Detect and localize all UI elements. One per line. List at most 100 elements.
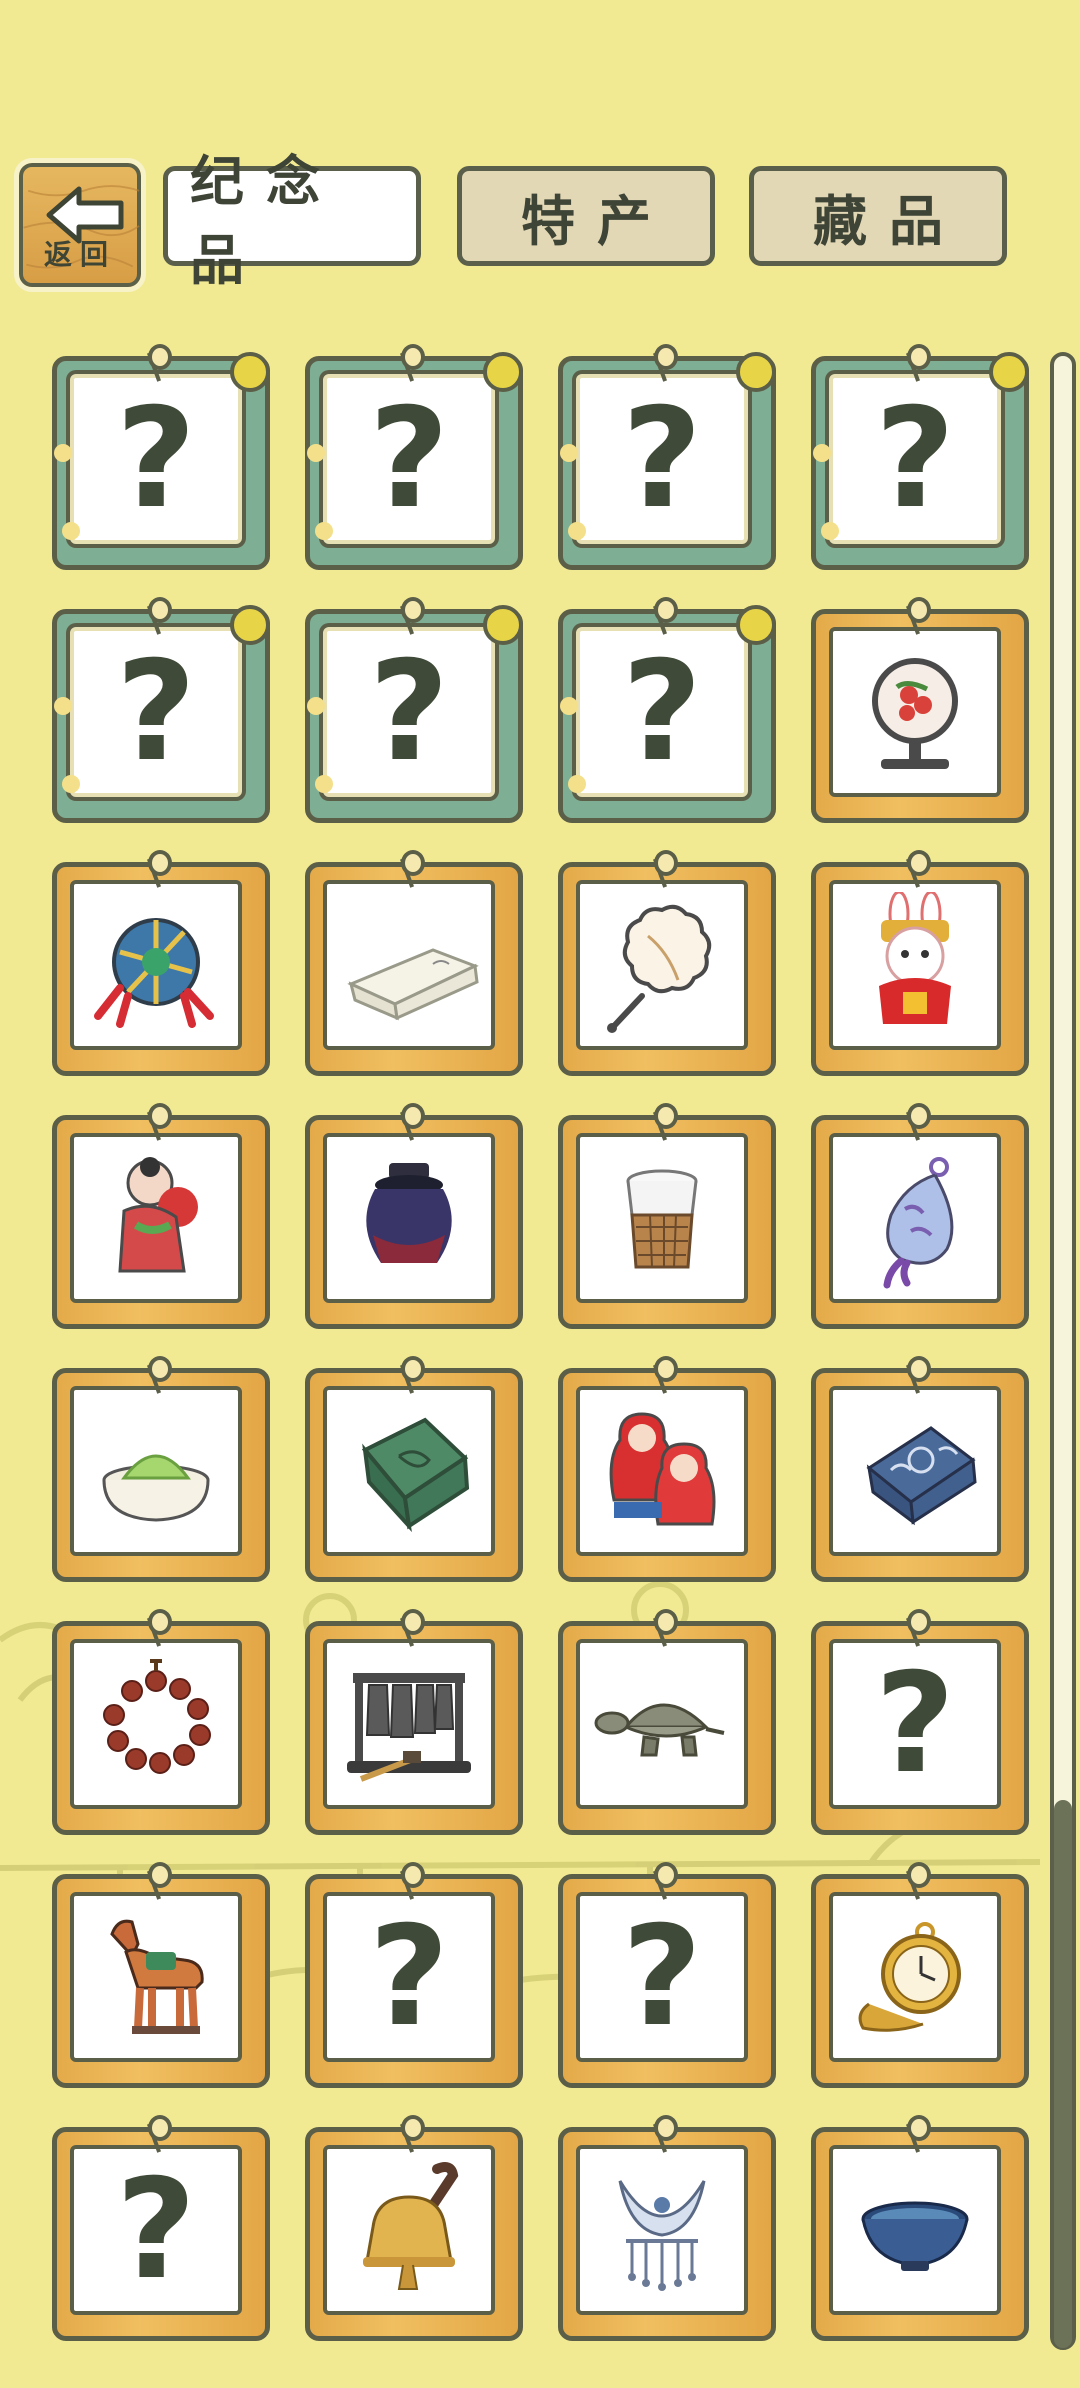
pocket-watch-icon [858, 1922, 961, 2032]
wine-jar-icon [366, 1163, 452, 1263]
hook-icon [907, 1103, 931, 1129]
tab-collections[interactable]: 藏品 [749, 166, 1007, 266]
unknown-item-card[interactable]: ? [811, 1609, 1029, 1835]
hook-icon [401, 1356, 425, 1382]
round-fan-icon [607, 904, 712, 1033]
souvenir-card[interactable] [52, 1609, 270, 1835]
matcha-bowl-icon [102, 1454, 210, 1522]
locked-item-card[interactable]: ? [52, 344, 270, 570]
hook-icon [148, 344, 172, 370]
hook-icon [654, 850, 678, 876]
hook-icon [907, 344, 931, 370]
souvenir-card[interactable] [811, 850, 1029, 1076]
souvenir-card[interactable] [305, 850, 523, 1076]
prayer-beads-icon [103, 1659, 211, 1774]
hook-icon [907, 1609, 931, 1635]
souvenir-card[interactable] [305, 1103, 523, 1329]
hook-icon [401, 1862, 425, 1888]
souvenir-card[interactable] [558, 2115, 776, 2341]
hook-icon [654, 1609, 678, 1635]
hook-icon [654, 597, 678, 623]
hook-icon [907, 597, 931, 623]
blue-scarf-icon [866, 1426, 977, 1526]
hook-icon [654, 1862, 678, 1888]
souvenir-card[interactable] [558, 1356, 776, 1582]
clay-doll-icon [118, 1157, 198, 1273]
question-mark-icon: ? [874, 1643, 956, 1804]
hook-icon [907, 1862, 931, 1888]
question-mark-icon: ? [621, 631, 703, 792]
question-mark-icon: ? [115, 378, 197, 539]
tab-souvenirs[interactable]: 纪念品 [163, 150, 421, 292]
tab-specialties[interactable]: 特产 [457, 166, 715, 266]
hook-icon [401, 597, 425, 623]
hook-icon [148, 1103, 172, 1129]
souvenir-card[interactable] [811, 1103, 1029, 1329]
folded-cloth-icon [347, 948, 479, 1021]
souvenir-card[interactable] [811, 597, 1029, 823]
question-mark-icon: ? [368, 1896, 450, 2057]
question-mark-icon: ? [621, 378, 703, 539]
locked-item-card[interactable]: ? [558, 344, 776, 570]
locked-item-card[interactable]: ? [811, 344, 1029, 570]
question-mark-icon: ? [621, 1896, 703, 2057]
hook-icon [148, 1609, 172, 1635]
matryoshka-icon [609, 1412, 716, 1526]
back-label: 返回 [43, 238, 116, 271]
hook-icon [401, 850, 425, 876]
hook-icon [148, 1862, 172, 1888]
unknown-item-card[interactable]: ? [52, 2115, 270, 2341]
embroidery-screen-icon [872, 658, 958, 769]
hook-icon [401, 2115, 425, 2141]
tang-horse-icon [110, 1919, 204, 2034]
scrollbar-thumb[interactable] [1054, 1800, 1072, 2348]
jade-plaque-icon [361, 1417, 470, 1533]
souvenir-card[interactable] [52, 850, 270, 1076]
souvenir-card[interactable] [52, 1103, 270, 1329]
hook-icon [401, 1609, 425, 1635]
back-button[interactable]: 返回 [14, 158, 146, 292]
hook-icon [654, 344, 678, 370]
sachet-icon [883, 1157, 954, 1289]
souvenir-card[interactable] [305, 1609, 523, 1835]
locked-item-card[interactable]: ? [305, 344, 523, 570]
question-mark-icon: ? [368, 378, 450, 539]
hook-icon [654, 1356, 678, 1382]
hook-icon [654, 2115, 678, 2141]
souvenir-card[interactable] [558, 1103, 776, 1329]
hook-icon [148, 597, 172, 623]
bell-icon [363, 2162, 459, 2290]
hook-icon [401, 344, 425, 370]
souvenir-card[interactable] [558, 850, 776, 1076]
unknown-item-card[interactable]: ? [305, 1862, 523, 2088]
tea-bowl-icon [861, 2201, 969, 2271]
rabbit-figurine-icon [879, 892, 951, 1024]
locked-item-card[interactable]: ? [305, 597, 523, 823]
hook-icon [907, 850, 931, 876]
chime-bells-icon [347, 1673, 471, 1782]
stone-turtle-icon [594, 1703, 725, 1757]
hook-icon [148, 1356, 172, 1382]
question-mark-icon: ? [368, 631, 450, 792]
question-mark-icon: ? [874, 378, 956, 539]
locked-item-card[interactable]: ? [52, 597, 270, 823]
souvenir-card[interactable] [52, 1862, 270, 2088]
unknown-item-card[interactable]: ? [558, 1862, 776, 2088]
locked-item-card[interactable]: ? [558, 597, 776, 823]
souvenir-card[interactable] [811, 1356, 1029, 1582]
souvenir-card[interactable] [811, 2115, 1029, 2341]
item-grid: ??????????? [0, 344, 1040, 2388]
souvenir-card[interactable] [811, 1862, 1029, 2088]
souvenir-card[interactable] [558, 1609, 776, 1835]
bamboo-cup-icon [626, 1169, 698, 1269]
hook-icon [907, 2115, 931, 2141]
hook-icon [148, 2115, 172, 2141]
souvenir-card[interactable] [52, 1356, 270, 1582]
souvenir-card[interactable] [305, 1356, 523, 1582]
souvenir-card[interactable] [305, 2115, 523, 2341]
silver-lock-icon [618, 2180, 706, 2291]
hook-icon [654, 1103, 678, 1129]
question-mark-icon: ? [115, 2149, 197, 2310]
temari-ball-icon [94, 918, 214, 1028]
hook-icon [907, 1356, 931, 1382]
